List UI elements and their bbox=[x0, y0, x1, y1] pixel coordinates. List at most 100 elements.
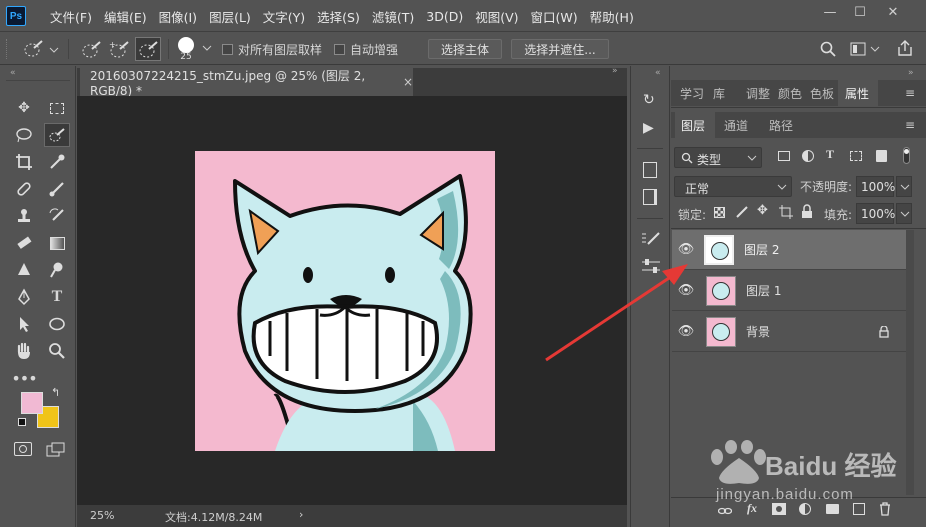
fill-input[interactable]: 100% bbox=[856, 203, 895, 224]
layer-name[interactable]: 背景 bbox=[746, 323, 770, 340]
more-tools-icon[interactable]: ••• bbox=[11, 366, 37, 390]
select-subject-button[interactable]: 选择主体 bbox=[428, 39, 502, 59]
brush-settings-icon[interactable] bbox=[641, 231, 661, 247]
opacity-input[interactable]: 100% bbox=[856, 176, 895, 197]
lock-transparency-icon[interactable] bbox=[714, 207, 725, 218]
quick-select-preset-icon[interactable] bbox=[20, 39, 60, 59]
layer-row-layer-1[interactable]: 👁 图层 1 bbox=[672, 271, 906, 311]
add-to-selection-icon[interactable]: + bbox=[108, 39, 132, 59]
new-layer-icon[interactable] bbox=[853, 503, 865, 515]
trash-icon[interactable] bbox=[879, 502, 891, 516]
ellipse-tool-icon[interactable] bbox=[44, 312, 70, 336]
lock-image-icon[interactable] bbox=[735, 205, 749, 219]
add-mask-icon[interactable] bbox=[772, 503, 786, 515]
history-brush-tool-icon[interactable] bbox=[44, 204, 70, 228]
link-layers-icon[interactable] bbox=[718, 505, 732, 517]
eraser-tool-icon[interactable] bbox=[11, 231, 37, 255]
path-selection-tool-icon[interactable] bbox=[11, 312, 37, 336]
swap-colors-icon[interactable]: ↰ bbox=[51, 386, 60, 399]
clone-stamp-tool-icon[interactable] bbox=[11, 204, 37, 228]
libraries-panel-icon[interactable] bbox=[643, 189, 657, 205]
menu-item-4[interactable]: 文字(Y) bbox=[257, 7, 311, 26]
chevron-down-icon[interactable] bbox=[202, 45, 212, 53]
auto-enhance-checkbox[interactable] bbox=[334, 44, 345, 55]
layer-row-layer-2[interactable]: 👁 图层 2 bbox=[672, 230, 906, 270]
new-group-icon[interactable] bbox=[826, 504, 839, 514]
quick-selection-tool-icon[interactable] bbox=[44, 123, 70, 147]
menu-item-5[interactable]: 选择(S) bbox=[311, 7, 366, 26]
lasso-tool-icon[interactable] bbox=[11, 123, 37, 147]
lock-position-icon[interactable]: ✥ bbox=[757, 203, 768, 218]
layer-filter-select[interactable]: 类型 bbox=[674, 147, 762, 168]
quick-mask-icon[interactable] bbox=[14, 442, 32, 456]
smart-object-filter-icon[interactable] bbox=[876, 150, 887, 162]
opacity-dropdown[interactable] bbox=[896, 176, 912, 197]
minimize-icon[interactable]: — bbox=[815, 0, 845, 24]
menu-item-1[interactable]: 编辑(E) bbox=[98, 7, 153, 26]
search-icon[interactable] bbox=[820, 41, 836, 57]
tab-layers[interactable]: 图层 bbox=[681, 117, 705, 134]
default-colors-icon[interactable] bbox=[18, 418, 26, 426]
layer-name[interactable]: 图层 1 bbox=[746, 282, 781, 299]
actions-play-icon[interactable]: ▶ bbox=[643, 120, 654, 136]
tab-learn[interactable]: 学习 bbox=[680, 85, 704, 102]
tab-libraries[interactable]: 库 bbox=[713, 85, 725, 102]
menu-item-3[interactable]: 图层(L) bbox=[203, 7, 257, 26]
cat-image-canvas[interactable] bbox=[195, 151, 495, 451]
menu-item-10[interactable]: 帮助(H) bbox=[584, 7, 640, 26]
layers-panel-menu-icon[interactable]: ≡ bbox=[905, 118, 915, 132]
healing-brush-tool-icon[interactable] bbox=[11, 177, 37, 201]
dodge-tool-icon[interactable] bbox=[44, 258, 70, 282]
expand-icon[interactable]: » bbox=[612, 66, 618, 76]
blur-tool-icon[interactable] bbox=[11, 258, 37, 282]
zoom-level[interactable]: 25% bbox=[90, 509, 114, 522]
foreground-color-swatch[interactable] bbox=[21, 392, 43, 414]
fx-icon[interactable]: fx bbox=[747, 501, 757, 516]
blend-mode-select[interactable]: 正常 bbox=[674, 176, 792, 197]
document-tab[interactable]: 20160307224215_stmZu.jpeg @ 25% (图层 2, R… bbox=[80, 68, 413, 98]
tab-adjustments[interactable]: 调整 bbox=[746, 85, 770, 102]
filter-toggle[interactable] bbox=[903, 147, 910, 164]
shape-filter-icon[interactable] bbox=[850, 151, 862, 161]
maximize-icon[interactable]: ☐ bbox=[845, 0, 875, 24]
new-adjustment-layer-icon[interactable] bbox=[799, 503, 811, 515]
menu-item-6[interactable]: 滤镜(T) bbox=[366, 7, 420, 26]
expand-icon[interactable]: » bbox=[908, 68, 914, 78]
tab-channels[interactable]: 通道 bbox=[724, 117, 748, 134]
collapse-icon[interactable]: « bbox=[10, 68, 16, 78]
share-icon[interactable] bbox=[896, 39, 914, 57]
type-filter-icon[interactable]: T bbox=[826, 147, 834, 162]
crop-tool-icon[interactable] bbox=[11, 150, 37, 174]
tab-swatches[interactable]: 色板 bbox=[810, 85, 834, 102]
tab-color[interactable]: 颜色 bbox=[778, 85, 802, 102]
select-and-mask-button[interactable]: 选择并遮住... bbox=[511, 39, 609, 59]
close-icon[interactable]: ✕ bbox=[878, 0, 908, 24]
pen-tool-icon[interactable] bbox=[11, 285, 37, 309]
pixel-filter-icon[interactable] bbox=[778, 151, 790, 161]
layer-row-background[interactable]: 👁 背景 bbox=[672, 312, 906, 352]
type-tool-icon[interactable]: T bbox=[44, 285, 70, 309]
history-panel-icon[interactable]: ↻ bbox=[643, 92, 655, 108]
brush-size-preview[interactable] bbox=[178, 37, 194, 53]
lock-artboard-icon[interactable] bbox=[779, 205, 793, 219]
eyedropper-tool-icon[interactable] bbox=[44, 150, 70, 174]
visibility-eye-icon[interactable]: 👁 bbox=[672, 242, 700, 257]
lock-all-icon[interactable] bbox=[801, 204, 813, 219]
move-tool-icon[interactable]: ✥ bbox=[11, 96, 37, 120]
close-tab-icon[interactable]: × bbox=[403, 75, 413, 89]
zoom-tool-icon[interactable] bbox=[44, 339, 70, 363]
screen-mode-icon[interactable] bbox=[46, 442, 65, 457]
properties-panel-icon[interactable] bbox=[643, 162, 657, 178]
panel-menu-icon[interactable]: ≡ bbox=[905, 86, 915, 100]
workspace-icon[interactable] bbox=[850, 41, 880, 57]
tab-paths[interactable]: 路径 bbox=[769, 117, 793, 134]
hand-tool-icon[interactable] bbox=[11, 339, 37, 363]
adjustment-filter-icon[interactable] bbox=[802, 150, 814, 162]
subtract-from-selection-icon[interactable] bbox=[137, 39, 161, 59]
fill-dropdown[interactable] bbox=[896, 203, 912, 224]
status-menu-icon[interactable]: › bbox=[299, 508, 303, 521]
menu-item-8[interactable]: 视图(V) bbox=[469, 7, 524, 26]
layer-name[interactable]: 图层 2 bbox=[744, 241, 779, 258]
new-selection-icon[interactable] bbox=[80, 39, 104, 59]
tab-properties[interactable]: 属性 bbox=[845, 85, 869, 102]
